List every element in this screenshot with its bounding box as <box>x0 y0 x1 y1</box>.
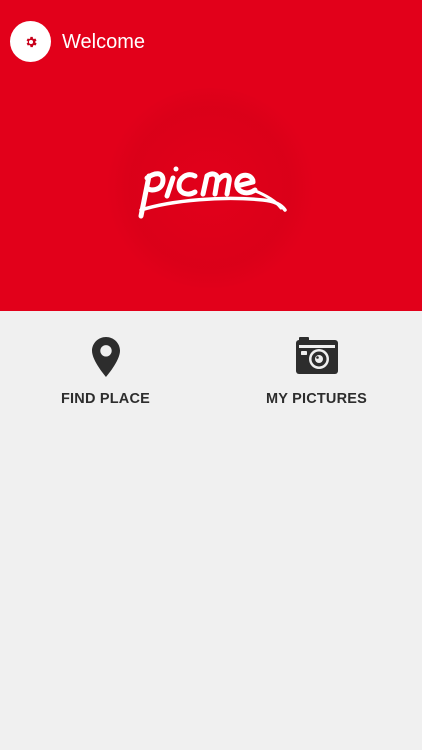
picme-logo <box>138 166 287 219</box>
map-pin-icon <box>91 337 120 377</box>
gear-icon <box>26 36 37 47</box>
find-place-label: FIND PLACE <box>61 391 150 407</box>
my-pictures-button[interactable]: MY PICTURES <box>211 311 422 421</box>
camera-icon <box>295 337 338 374</box>
home-screen: Welcome FIND PLACE MY PICTURES <box>0 0 422 750</box>
settings-button[interactable] <box>10 21 51 62</box>
main-actions: FIND PLACE MY PICTURES <box>0 311 422 431</box>
top-bar: Welcome <box>0 0 422 84</box>
my-pictures-label: MY PICTURES <box>265 391 368 407</box>
page-title: Welcome <box>62 31 145 53</box>
find-place-button[interactable]: FIND PLACE <box>0 311 211 421</box>
hero-banner: Welcome <box>0 0 422 311</box>
